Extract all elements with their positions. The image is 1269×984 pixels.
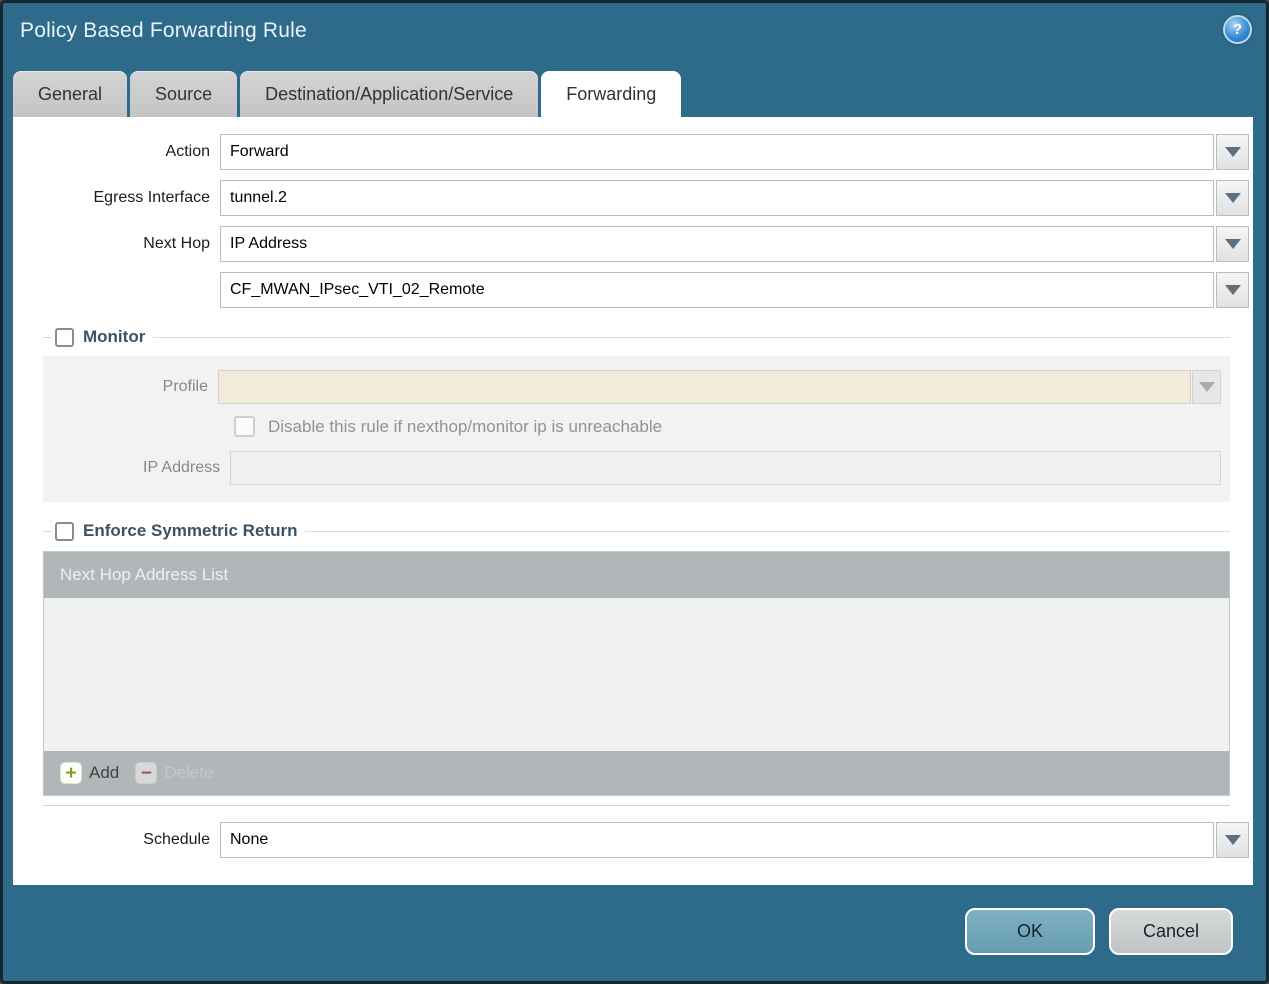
chevron-down-icon (1224, 835, 1241, 845)
monitor-profile-row: Profile (43, 370, 1221, 404)
policy-forwarding-dialog: Policy Based Forwarding Rule ? General S… (0, 0, 1269, 984)
monitor-group: Monitor Profile Disable this rule if nex… (43, 327, 1230, 502)
symmetric-return-group: Enforce Symmetric Return Next Hop Addres… (43, 521, 1230, 806)
enforce-symmetric-return-checkbox[interactable] (55, 521, 74, 541)
chevron-down-icon (1224, 285, 1241, 295)
egress-interface-dropdown-button[interactable] (1216, 180, 1249, 216)
monitor-disable-rule-row: Disable this rule if nexthop/monitor ip … (234, 416, 1221, 437)
monitor-group-title: Monitor (83, 327, 146, 346)
next-hop-address-list-header: Next Hop Address List (44, 552, 1229, 598)
action-input[interactable]: Forward (220, 134, 1214, 170)
help-icon[interactable]: ? (1223, 15, 1252, 44)
next-hop-type-combo: IP Address (220, 226, 1249, 262)
disable-rule-checkbox (234, 416, 255, 437)
next-hop-address-row: CF_MWAN_IPsec_VTI_02_Remote (13, 272, 1253, 308)
monitor-ip-address-input (230, 451, 1221, 485)
next-hop-type-dropdown-button[interactable] (1216, 226, 1249, 262)
next-hop-address-input[interactable]: CF_MWAN_IPsec_VTI_02_Remote (220, 272, 1214, 308)
chevron-down-icon (1224, 147, 1241, 157)
monitor-group-body: Profile Disable this rule if nexthop/mon… (43, 356, 1230, 502)
ok-button[interactable]: OK (965, 908, 1095, 955)
schedule-row: Schedule None (13, 822, 1253, 858)
schedule-combo: None (220, 822, 1249, 858)
dialog-footer: OK Cancel (965, 908, 1233, 955)
action-row: Action Forward (13, 134, 1253, 170)
egress-interface-input[interactable]: tunnel.2 (220, 180, 1214, 216)
tab-forwarding[interactable]: Forwarding (541, 71, 682, 117)
monitor-profile-input (218, 370, 1191, 404)
tab-source[interactable]: Source (130, 71, 238, 117)
next-hop-label: Next Hop (143, 235, 210, 252)
monitor-profile-label: Profile (162, 378, 208, 395)
symmetric-return-group-title: Enforce Symmetric Return (83, 521, 298, 540)
monitor-ip-address-label: IP Address (143, 459, 221, 476)
action-dropdown-button[interactable] (1216, 134, 1249, 170)
chevron-down-icon (1224, 239, 1241, 249)
disable-rule-label: Disable this rule if nexthop/monitor ip … (268, 416, 663, 436)
monitor-ip-address-row: IP Address (43, 451, 1221, 485)
monitor-profile-combo (218, 370, 1221, 404)
chevron-down-icon (1198, 382, 1215, 392)
next-hop-row: Next Hop IP Address (13, 226, 1253, 262)
action-combo: Forward (220, 134, 1249, 170)
cancel-button[interactable]: Cancel (1109, 908, 1233, 955)
next-hop-address-dropdown-button[interactable] (1216, 272, 1249, 308)
tab-bar: General Source Destination/Application/S… (13, 68, 1266, 117)
egress-interface-label: Egress Interface (93, 189, 211, 206)
delete-button: − Delete (135, 762, 213, 784)
chevron-down-icon (1224, 193, 1241, 203)
schedule-label: Schedule (143, 831, 210, 848)
dialog-titlebar: Policy Based Forwarding Rule ? (3, 3, 1266, 68)
next-hop-address-list-body[interactable] (44, 598, 1229, 751)
next-hop-address-list-table: Next Hop Address List + Add − Delete (43, 551, 1230, 796)
next-hop-type-input[interactable]: IP Address (220, 226, 1214, 262)
tab-general[interactable]: General (13, 71, 128, 117)
help-glyph: ? (1232, 21, 1243, 38)
monitor-profile-dropdown-button (1192, 370, 1221, 404)
next-hop-address-list-footer: + Add − Delete (44, 751, 1229, 795)
forwarding-tab-panel: Action Forward Egress Interface tunnel.2… (13, 117, 1253, 885)
tab-destination-application-service[interactable]: Destination/Application/Service (240, 71, 539, 117)
add-button[interactable]: + Add (60, 762, 119, 784)
add-button-label: Add (89, 763, 120, 782)
egress-interface-row: Egress Interface tunnel.2 (13, 180, 1253, 216)
dialog-title: Policy Based Forwarding Rule (20, 19, 307, 42)
delete-icon: − (135, 762, 158, 784)
delete-button-label: Delete (164, 763, 214, 782)
next-hop-address-combo: CF_MWAN_IPsec_VTI_02_Remote (220, 272, 1249, 308)
action-label: Action (165, 143, 210, 160)
schedule-dropdown-button[interactable] (1216, 822, 1249, 858)
schedule-input[interactable]: None (220, 822, 1214, 858)
symmetric-return-group-header: Enforce Symmetric Return (43, 521, 1230, 541)
monitor-checkbox[interactable] (55, 327, 74, 347)
monitor-group-header: Monitor (43, 327, 1230, 347)
add-icon: + (60, 762, 82, 784)
egress-interface-combo: tunnel.2 (220, 180, 1249, 216)
